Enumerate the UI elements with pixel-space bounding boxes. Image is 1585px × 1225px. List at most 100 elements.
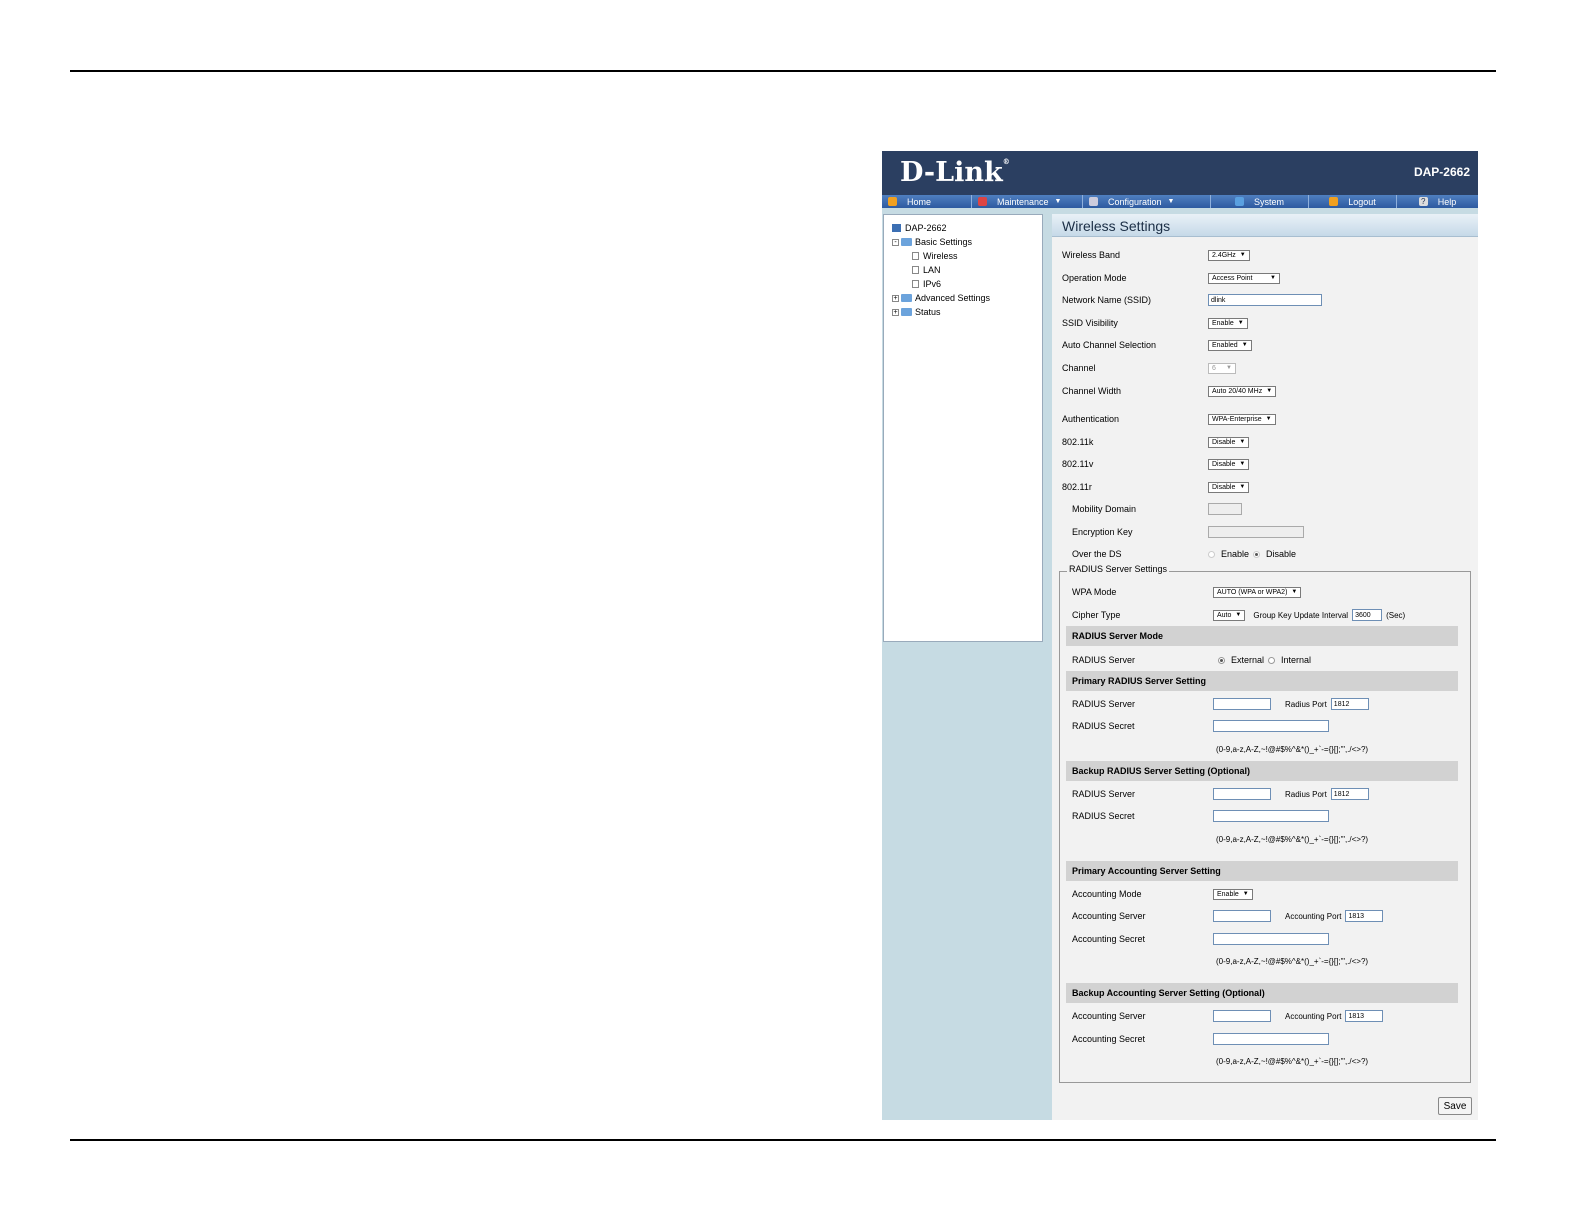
tree-item-advanced-settings[interactable]: + Advanced Settings [892,291,1042,305]
dropdown-arrow-icon: ▼ [1291,589,1298,595]
tree-basic-label: Basic Settings [915,237,973,247]
mobility-domain-input[interactable] [1208,503,1242,515]
primary-accounting-charset: (0-9,a-z,A-Z,~!@#$%^&*()_+`-={}[];'",./<… [1216,956,1369,966]
wpa-mode-select[interactable]: AUTO (WPA or WPA2) ▼ [1213,586,1302,598]
tree-item-lan[interactable]: LAN [892,263,1042,277]
encryption-key-row: Encryption Key [1052,525,1472,539]
ssid-input[interactable]: dlink [1208,294,1322,306]
backup-radius-server-input[interactable] [1213,788,1271,800]
tree-item-status[interactable]: + Status [892,305,1042,319]
wireless-band-value: 2.4GHz [1212,251,1236,259]
over-ds-enable-radio[interactable] [1208,550,1215,558]
80211v-label: 802.11v [1062,459,1094,469]
nav-system[interactable]: System [1211,195,1309,208]
primary-radius-server-input[interactable] [1213,698,1271,710]
radius-external-radio[interactable] [1218,656,1225,664]
radius-internal-radio[interactable] [1268,656,1276,664]
encryption-key-input[interactable] [1208,526,1304,538]
save-button[interactable]: Save [1438,1097,1472,1115]
primary-accounting-secret-row: Accounting Secret [1052,932,1472,946]
over-ds-label: Over the DS [1072,549,1122,559]
primary-radius-secret-row: RADIUS Secret [1052,719,1472,733]
expand-icon[interactable]: + [892,294,899,302]
logout-icon [1329,197,1339,206]
primary-radius-secret-input[interactable] [1213,720,1329,732]
operation-mode-select[interactable]: Access Point ▼ [1208,272,1280,284]
nav-logout[interactable]: Logout [1309,195,1397,208]
dropdown-arrow-icon: ▼ [1265,416,1272,422]
dropdown-arrow-icon: ▼ [1235,612,1242,618]
expand-icon[interactable]: + [892,308,899,316]
radius-server-mode-label: RADIUS Server [1072,655,1136,665]
backup-accounting-port-label: Accounting Port [1285,1011,1342,1021]
cipher-select[interactable]: Auto ▼ [1213,609,1246,621]
nav-home[interactable]: Home [882,195,972,208]
gkui-input[interactable]: 3600 [1352,609,1383,621]
wireless-band-select[interactable]: 2.4GHz ▼ [1208,249,1250,261]
backup-radius-secret-input[interactable] [1213,810,1329,822]
accounting-mode-label: Accounting Mode [1072,889,1142,899]
tree-ipv6-label: IPv6 [923,279,942,289]
gkui-label: Group Key Update Interval [1253,610,1349,620]
tree-item-ipv6[interactable]: IPv6 [892,277,1042,291]
router-ui-window: D-Link® DAP-2662 Home Maintenance ▼ Confi… [882,151,1478,1120]
primary-accounting-secret-label: Accounting Secret [1072,934,1146,944]
primary-accounting-server-input[interactable] [1213,910,1271,922]
radius-external-label: External [1231,655,1265,665]
nav-home-label: Home [907,196,932,207]
folder-icon [901,308,912,316]
dropdown-arrow-icon: ▼ [1239,461,1246,467]
dropdown-arrow-icon: ▼ [1239,484,1246,490]
primary-radius-port-input[interactable]: 1812 [1330,698,1369,710]
backup-radius-band: Backup RADIUS Server Setting (Optional) [1066,761,1458,781]
nav-configuration[interactable]: Configuration ▼ [1083,195,1211,208]
backup-radius-server-row: RADIUS Server Radius Port 1812 [1052,787,1472,801]
page-bottom-rule [70,1139,1496,1141]
tools-icon [978,197,987,206]
80211r-select[interactable]: Disable ▼ [1208,481,1250,493]
backup-accounting-port-input[interactable]: 1813 [1345,1010,1384,1022]
channel-width-select[interactable]: Auto 20/40 MHz ▼ [1208,385,1277,397]
backup-accounting-secret-input[interactable] [1213,1033,1329,1045]
backup-radius-port-input[interactable]: 1812 [1330,788,1369,800]
folder-icon [901,294,912,302]
operation-mode-label: Operation Mode [1062,273,1127,283]
over-ds-disable-label: Disable [1266,549,1297,559]
80211v-row: 802.11v Disable ▼ [1052,457,1472,471]
dlink-logo: D-Link® [900,157,1010,188]
collapse-icon[interactable]: - [892,238,899,246]
wpa-mode-value: AUTO (WPA or WPA2) [1217,588,1288,596]
channel-select[interactable]: 6 ▼ [1208,362,1236,374]
backup-radius-server-label: RADIUS Server [1072,789,1136,799]
over-ds-enable-label: Enable [1221,549,1250,559]
dropdown-arrow-icon: ▼ [1239,252,1246,258]
backup-accounting-server-input[interactable] [1213,1010,1271,1022]
dropdown-arrow-icon: ▼ [1239,439,1246,445]
tree-item-basic-settings[interactable]: - Basic Settings [892,235,1042,249]
primary-accounting-port-input[interactable]: 1813 [1345,910,1384,922]
80211v-select[interactable]: Disable ▼ [1208,458,1250,470]
80211k-value: Disable [1212,438,1236,446]
tree-item-root[interactable]: DAP-2662 [892,221,1042,235]
over-ds-disable-radio[interactable] [1253,550,1261,558]
tree-status-label: Status [915,307,941,317]
auto-channel-select[interactable]: Enabled ▼ [1208,339,1252,351]
nav-help-label: Help [1437,196,1457,207]
authentication-select[interactable]: WPA-Enterprise ▼ [1208,413,1276,425]
primary-accounting-secret-input[interactable] [1213,933,1329,945]
primary-radius-server-label: RADIUS Server [1072,699,1136,709]
backup-accounting-charset: (0-9,a-z,A-Z,~!@#$%^&*()_+`-={}[];'",./<… [1216,1056,1369,1066]
radius-internal-label: Internal [1281,655,1312,665]
primary-accounting-server-row: Accounting Server Accounting Port 1813 [1052,909,1472,923]
80211k-select[interactable]: Disable ▼ [1208,436,1250,448]
ssid-visibility-select[interactable]: Enable ▼ [1208,317,1248,329]
channel-width-value: Auto 20/40 MHz [1212,387,1263,395]
accounting-mode-select[interactable]: Enable ▼ [1213,888,1253,900]
mobility-domain-label: Mobility Domain [1072,504,1137,514]
backup-radius-secret-row: RADIUS Secret [1052,809,1472,823]
tree-item-wireless[interactable]: Wireless [892,249,1042,263]
nav-help[interactable]: ? Help [1397,195,1478,208]
dropdown-arrow-icon: ▼ [1266,388,1273,394]
wpa-mode-row: WPA Mode AUTO (WPA or WPA2) ▼ [1052,585,1472,599]
nav-maintenance[interactable]: Maintenance ▼ [972,195,1083,208]
